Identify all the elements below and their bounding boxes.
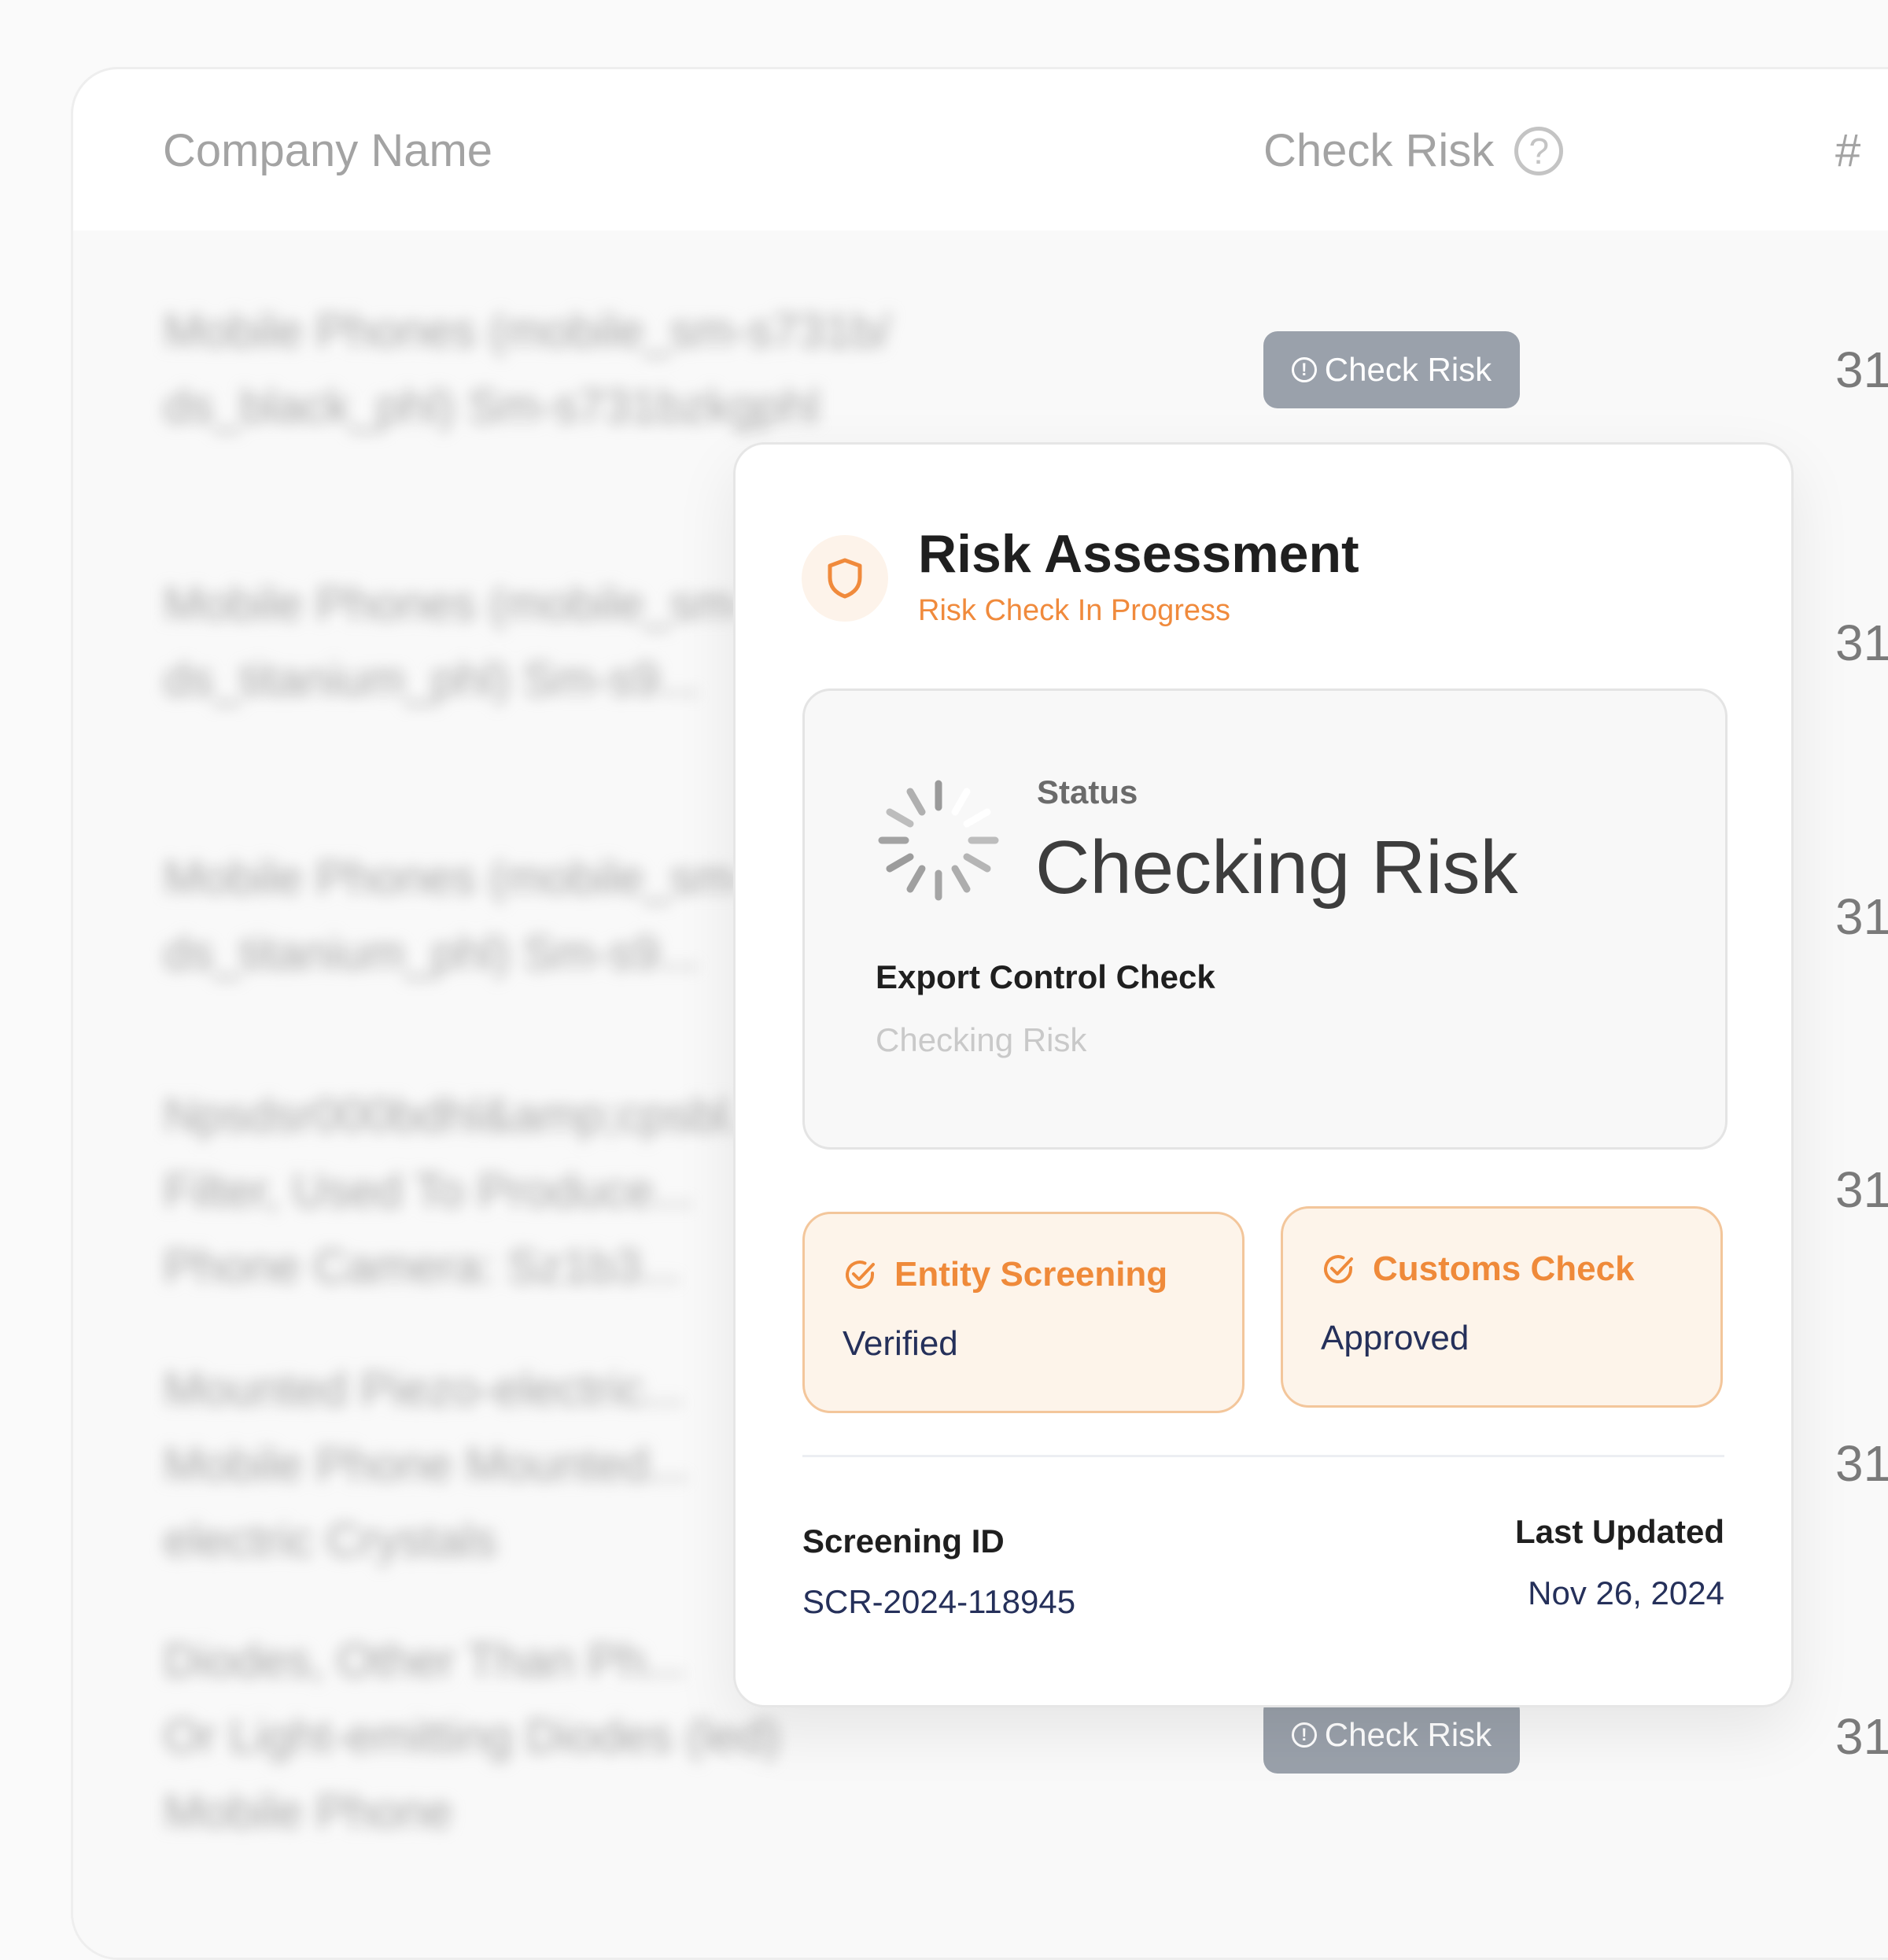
table-row-number: 31 [1835,1161,1888,1218]
screening-id-label: Screening ID [802,1523,1005,1560]
entity-screening-value: Verified [843,1324,958,1363]
loading-spinner-icon [878,780,999,901]
check-risk-button-label: Check Risk [1324,351,1492,388]
check-risk-button[interactable]: ! Check Risk [1263,331,1520,408]
last-updated-value: Nov 26, 2024 [1528,1574,1724,1611]
last-updated-label: Last Updated [1514,1513,1724,1550]
table-row-number: 31 [1835,341,1888,398]
alert-icon: ! [1291,357,1317,382]
check-circle-icon [1324,1255,1353,1283]
popup-title: Risk Assessment [918,524,1359,584]
column-header-check-risk: Check Risk ? [1263,124,1564,177]
entity-screening-card: Entity Screening Verified [802,1212,1245,1413]
entity-screening-label: Entity Screening [894,1255,1168,1294]
entity-screening-title: Entity Screening [843,1255,1167,1294]
status-label: Status [1037,773,1138,810]
risk-assessment-popup: Risk Assessment Risk Check In Progress S… [733,442,1794,1707]
column-header-number: # [1835,125,1861,176]
table-row-number: 31 [1835,615,1888,671]
customs-check-title: Customs Check [1321,1249,1635,1289]
table-row-number: 31 [1835,888,1888,945]
export-control-status: Checking Risk [876,1021,1087,1058]
check-risk-button-label: Check Risk [1324,1716,1492,1753]
check-circle-icon [846,1261,875,1289]
help-icon[interactable]: ? [1514,126,1564,175]
customs-check-card: Customs Check Approved [1281,1206,1723,1408]
alert-icon: ! [1291,1722,1317,1748]
status-card: Status Checking Risk Export Control Chec… [802,688,1728,1150]
popup-subtitle: Risk Check In Progress [918,594,1231,627]
shield-icon [802,535,888,622]
divider [802,1455,1724,1457]
table-row-company: Mobile Phones (mobile_sm-s731b/ ds_black… [164,305,891,433]
status-value: Checking Risk [1035,825,1518,910]
customs-check-label: Customs Check [1373,1249,1635,1288]
table-row-number: 31 [1835,1708,1888,1765]
export-control-title: Export Control Check [876,958,1215,995]
table-row-number: 31 [1835,1435,1888,1492]
column-header-check-risk-label: Check Risk [1263,125,1495,176]
screening-id-value: SCR-2024-118945 [802,1583,1076,1620]
customs-check-value: Approved [1321,1319,1469,1357]
check-risk-button[interactable]: ! Check Risk [1263,1696,1520,1774]
column-header-company-name: Company Name [163,125,493,176]
